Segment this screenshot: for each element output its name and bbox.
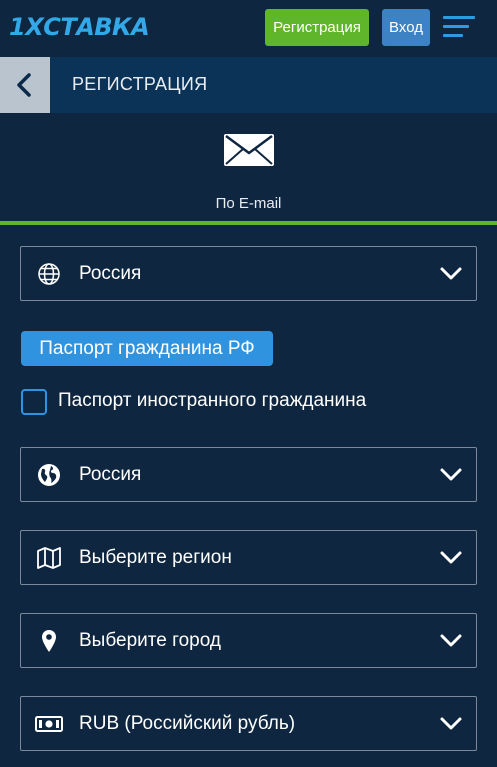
chevron-down-icon [440,551,462,564]
back-button[interactable] [0,57,50,113]
chevron-down-icon [440,267,462,280]
foreign-passport-checkbox[interactable] [21,389,47,415]
city-select-value: Выберите город [79,630,221,651]
map-pin-icon [42,630,56,652]
login-button[interactable]: Вход [382,9,430,46]
tab-email[interactable]: По E-mail [0,113,497,222]
region-select-value: Выберите регион [79,547,232,568]
top-bar: 1XСТАВКА Регистрация Вход [0,0,497,56]
page-title: РЕГИСТРАЦИЯ [72,74,208,94]
citizenship-select[interactable]: Россия [20,447,477,502]
country-select-value: Россия [79,263,142,284]
tab-label: По E-mail [215,195,282,212]
currency-select-value: RUB (Российский рубль) [79,713,296,734]
foreign-passport-label[interactable]: Паспорт иностранного гражданина [58,390,366,412]
chevron-left-icon [17,73,31,97]
chevron-down-icon [440,717,462,730]
logo[interactable]: 1XСТАВКА [9,13,150,41]
chevron-down-icon [440,468,462,481]
citizenship-select-value: Россия [79,464,142,485]
banknote-icon [35,716,63,732]
globe-outline-icon [38,263,60,285]
register-button[interactable]: Регистрация [265,9,369,46]
chevron-down-icon [440,634,462,647]
currency-select[interactable]: RUB (Российский рубль) [20,696,477,751]
globe-filled-icon [38,464,60,486]
active-tab-indicator [0,221,497,225]
registration-header: РЕГИСТРАЦИЯ [0,57,497,113]
region-select[interactable]: Выберите регион [20,530,477,585]
hamburger-icon[interactable] [443,16,475,40]
envelope-icon [224,134,274,166]
country-select[interactable]: Россия [20,246,477,301]
city-select[interactable]: Выберите город [20,613,477,668]
passport-rf-button[interactable]: Паспорт гражданина РФ [21,331,273,366]
map-icon [37,547,61,569]
